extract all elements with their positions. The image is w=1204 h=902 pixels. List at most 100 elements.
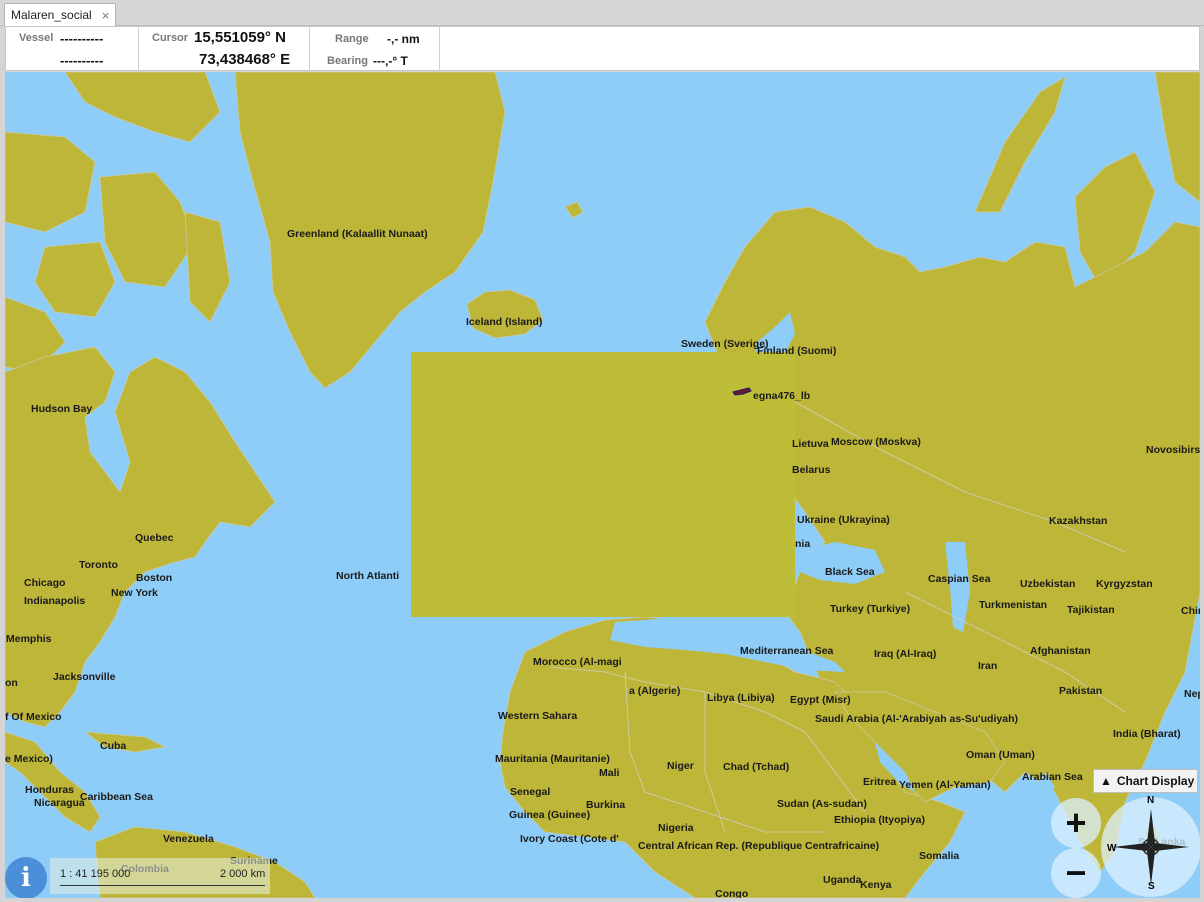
tab-title: Malaren_social	[11, 8, 92, 22]
place-label: Chir	[1181, 605, 1200, 617]
place-label: Niger	[667, 760, 694, 772]
place-label: Saudi Arabia (Al-'Arabiyah as-Su'udiyah)	[815, 713, 1018, 725]
place-label: Somalia	[919, 850, 960, 862]
place-label: Kyrgyzstan	[1096, 578, 1153, 590]
vessel-cell: Vessel ---------- ----------	[6, 27, 139, 71]
compass-west: W	[1107, 843, 1117, 854]
place-label: Chad (Tchad)	[723, 761, 790, 773]
place-label: Caribbean Sea	[80, 791, 153, 803]
place-label: Uganda	[823, 874, 862, 886]
place-label: Guinea (Guinee)	[509, 809, 591, 821]
place-label: Central African Rep. (Republique Centraf…	[638, 840, 880, 852]
place-label: North Atlanti	[336, 570, 400, 582]
place-label: Oman (Uman)	[966, 749, 1035, 761]
place-label: Ukraine (Ukrayina)	[797, 514, 890, 526]
range-bearing-cell: Range -,- nm Bearing ---,-° T	[309, 27, 440, 71]
scale-bar: 1 : 41 195 000 2 000 km	[50, 858, 270, 894]
place-label: Western Sahara	[498, 710, 578, 722]
tab-malaren-social[interactable]: Malaren_social ×	[4, 3, 117, 26]
place-label: India (Bharat)	[1113, 728, 1181, 740]
place-label: Iceland (Island)	[466, 316, 543, 328]
place-label: Indianapolis	[24, 595, 86, 607]
place-label: Arabian Sea	[1022, 771, 1083, 783]
close-icon[interactable]: ×	[102, 8, 110, 23]
place-label: Memphis	[6, 633, 52, 645]
place-label: Nigeria	[658, 822, 694, 834]
compass[interactable]: N S W	[1101, 795, 1200, 897]
place-label: Burkina	[586, 799, 626, 811]
place-label: Senegal	[510, 786, 551, 798]
scale-ratio: 1 : 41 195 000	[60, 868, 131, 880]
place-label: Yemen (Al-Yaman)	[899, 779, 991, 791]
place-label: Morocco (Al-magi	[533, 656, 622, 668]
place-label: Quebec	[135, 532, 174, 544]
place-label: nia	[795, 538, 811, 550]
place-label: Iraq (Al-Iraq)	[874, 648, 937, 660]
place-label: Sudan (As-sudan)	[777, 798, 867, 810]
place-label: Tajikistan	[1067, 604, 1115, 616]
cursor-cell: Cursor 15,551059° N 73,438468° E	[138, 27, 310, 71]
zoom-out-button[interactable]: −	[1051, 848, 1101, 898]
place-label: Novosibirs	[1146, 444, 1200, 456]
chart-map[interactable]: Greenland (Kalaallit Nunaat) Iceland (Isl…	[5, 72, 1200, 898]
place-label: Boston	[136, 572, 173, 584]
compass-south: S	[1148, 881, 1155, 892]
vessel-value-2: ----------	[60, 53, 104, 68]
place-label: Finland (Suomi)	[757, 345, 837, 357]
place-label: Pakistan	[1059, 685, 1103, 697]
chart-display-button[interactable]: ▲ Chart Display	[1093, 769, 1198, 793]
place-label: Sweden (Sverige)	[681, 338, 769, 350]
range-value: -,- nm	[387, 32, 420, 46]
place-label: Congo	[715, 888, 749, 898]
place-label: Belarus	[792, 464, 831, 476]
place-label: f Of Mexico	[5, 711, 62, 723]
vessel-icon[interactable]	[731, 384, 753, 398]
place-label: Black Sea	[825, 566, 875, 578]
cursor-label: Cursor	[152, 32, 189, 44]
place-label: on	[5, 677, 18, 689]
tab-bar: Malaren_social ×	[0, 0, 1204, 26]
place-label: Nepal	[1184, 688, 1200, 700]
place-label: Kenya	[860, 879, 892, 891]
scale-distance: 2 000 km	[220, 868, 266, 880]
place-label: Iran	[978, 660, 998, 672]
place-label: e Mexico)	[5, 753, 53, 765]
place-label: a (Algerie)	[629, 685, 681, 697]
info-button[interactable]: i	[5, 857, 47, 898]
place-label: Mediterranean Sea	[740, 645, 834, 657]
place-label: New York	[111, 587, 158, 599]
bearing-value: ---,-° T	[373, 54, 408, 68]
place-label: Caspian Sea	[928, 573, 991, 585]
place-label: Egypt (Misr)	[790, 694, 851, 706]
place-label: Kazakhstan	[1049, 515, 1108, 527]
scale-line	[60, 885, 265, 886]
place-label: Moscow (Moskva)	[831, 436, 921, 448]
place-label: Lietuva	[792, 438, 829, 450]
place-label: Chicago	[24, 577, 66, 589]
vessel-label: Vessel	[19, 32, 54, 44]
chart-display-label: Chart Display	[1116, 774, 1195, 788]
compass-north: N	[1147, 795, 1155, 806]
place-label: Toronto	[79, 559, 118, 571]
place-label: Mauritania (Mauritanie)	[495, 753, 610, 765]
cursor-longitude: 73,438468° E	[199, 51, 291, 68]
cursor-latitude: 15,551059° N	[194, 29, 286, 46]
place-label: Mali	[599, 767, 620, 779]
place-label: Cuba	[100, 740, 127, 752]
place-label: Ivory Coast (Cote d'	[520, 833, 619, 845]
place-label: Turkey (Turkiye)	[830, 603, 911, 615]
place-label: Ethiopia (Ityopiya)	[834, 814, 926, 826]
place-label: Nicaragua	[34, 797, 85, 809]
vessel-value-1: ----------	[60, 31, 104, 46]
place-label: Greenland (Kalaallit Nunaat)	[287, 228, 428, 240]
place-label: Eritrea	[863, 776, 897, 788]
place-label: Afghanistan	[1030, 645, 1091, 657]
place-label: Turkmenistan	[979, 599, 1048, 611]
navigation-info-bar: Vessel ---------- ---------- Cursor 15,5…	[5, 26, 1200, 71]
triangle-up-icon: ▲	[1100, 774, 1112, 788]
place-label: Venezuela	[163, 833, 214, 845]
zoom-in-button[interactable]: +	[1051, 798, 1101, 848]
range-label: Range	[335, 33, 369, 45]
place-label: Hudson Bay	[31, 403, 93, 415]
place-label: Jacksonville	[53, 671, 116, 683]
